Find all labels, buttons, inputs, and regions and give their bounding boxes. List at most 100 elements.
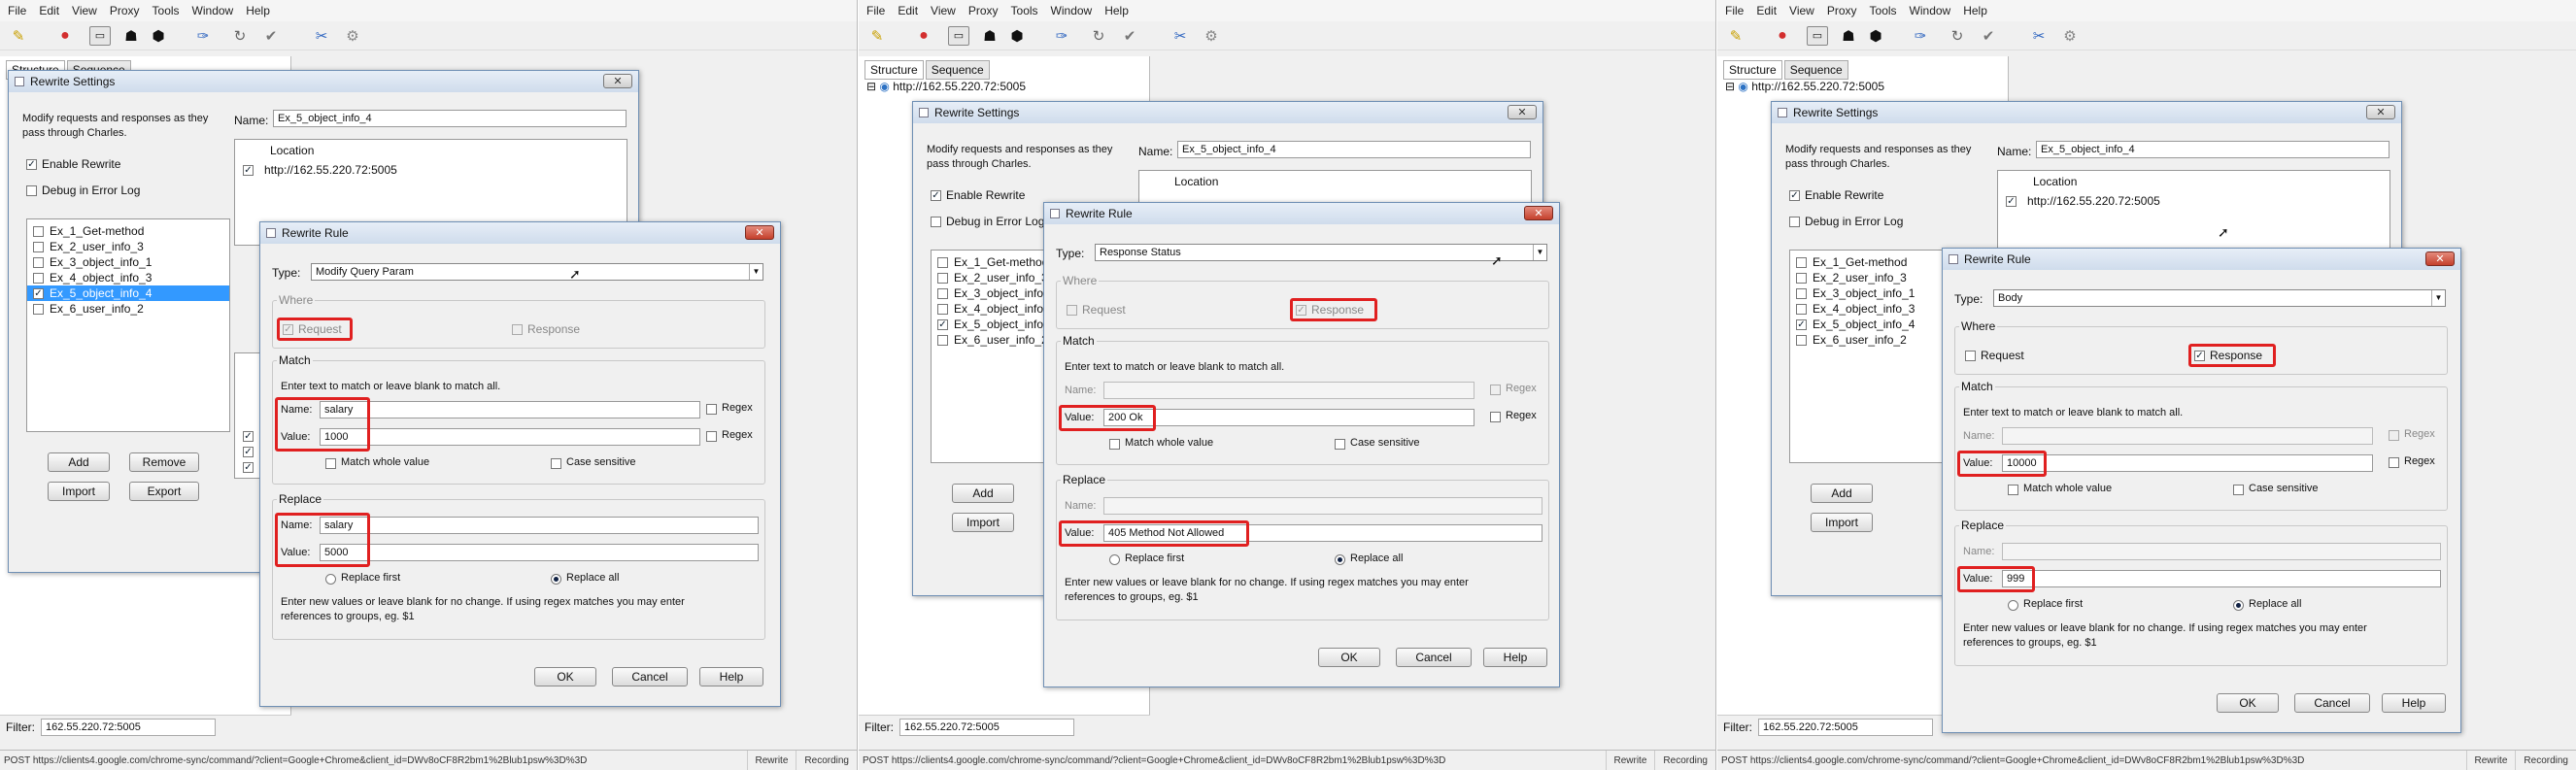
menu-view[interactable]: View <box>1789 4 1814 17</box>
rule-checkbox[interactable]: ✓ <box>243 431 254 442</box>
status-rewrite[interactable]: Rewrite <box>2465 751 2516 770</box>
cancel-button[interactable]: Cancel <box>2294 693 2370 713</box>
turtle-icon[interactable]: ☗ <box>979 26 1000 46</box>
replace-all-radio[interactable] <box>1335 554 1345 565</box>
match-whole-checkbox[interactable] <box>1109 439 1120 450</box>
replace-all-radio[interactable] <box>551 574 561 585</box>
expand-icon[interactable]: ⊟ <box>866 80 876 93</box>
close-icon[interactable]: ✕ <box>2425 251 2455 266</box>
menu-tools[interactable]: Tools <box>1011 4 1038 17</box>
status-rewrite[interactable]: Rewrite <box>1605 751 1655 770</box>
replace-name-input[interactable]: salary <box>320 517 759 534</box>
match-whole-checkbox[interactable] <box>325 458 336 469</box>
request-checkbox[interactable]: ✓ <box>283 324 293 335</box>
set-checkbox[interactable] <box>937 256 948 268</box>
menu-help[interactable]: Help <box>1104 4 1129 17</box>
menu-file[interactable]: File <box>1725 4 1744 17</box>
refresh-icon[interactable]: ↻ <box>1947 26 1968 46</box>
close-icon[interactable]: ✕ <box>745 225 774 240</box>
enable-rewrite-checkbox[interactable]: ✓ <box>26 159 37 170</box>
breakpoint-icon[interactable]: ⬢ <box>1865 26 1886 46</box>
debug-log-checkbox[interactable] <box>1789 217 1800 227</box>
set-checkbox[interactable]: ✓ <box>1796 318 1807 330</box>
set-checkbox[interactable] <box>937 334 948 346</box>
status-recording[interactable]: Recording <box>1654 751 1715 770</box>
set-checkbox[interactable] <box>937 287 948 299</box>
rule-checkbox[interactable]: ✓ <box>243 447 254 457</box>
replace-first-radio[interactable] <box>2008 600 2018 611</box>
match-name-regex-checkbox[interactable] <box>706 404 717 415</box>
set-checkbox[interactable] <box>1796 334 1807 346</box>
menu-help[interactable]: Help <box>246 4 270 17</box>
list-item[interactable]: Ex_6_user_info_2 <box>27 301 229 317</box>
location-checkbox[interactable]: ✓ <box>243 165 254 176</box>
name-input[interactable]: Ex_5_object_info_4 <box>273 110 627 127</box>
tab-sequence[interactable]: Sequence <box>1783 60 1848 80</box>
menu-tools[interactable]: Tools <box>1870 4 1897 17</box>
replace-value-input[interactable]: 5000 <box>320 544 759 561</box>
menu-edit[interactable]: Edit <box>1756 4 1777 17</box>
request-checkbox[interactable] <box>1067 305 1077 316</box>
set-checkbox[interactable] <box>33 256 44 268</box>
import-button[interactable]: Import <box>952 513 1014 532</box>
match-name-regex-checkbox[interactable] <box>2389 430 2399 441</box>
breakpoint-icon[interactable]: ⬢ <box>1006 26 1028 46</box>
set-checkbox[interactable] <box>33 241 44 252</box>
menu-tools[interactable]: Tools <box>153 4 180 17</box>
replace-value-input[interactable]: 405 Method Not Allowed <box>1103 524 1542 542</box>
response-checkbox[interactable]: ✓ <box>2194 351 2205 361</box>
type-select[interactable]: Body ▼ <box>1993 289 2446 307</box>
filter-input[interactable]: 162.55.220.72:5005 <box>41 718 216 736</box>
cancel-button[interactable]: Cancel <box>612 667 688 686</box>
menu-file[interactable]: File <box>8 4 26 17</box>
set-checkbox[interactable] <box>1796 272 1807 284</box>
gear-icon[interactable]: ⚙ <box>342 26 363 46</box>
refresh-icon[interactable]: ↻ <box>1088 26 1109 46</box>
menu-view[interactable]: View <box>72 4 97 17</box>
status-recording[interactable]: Recording <box>796 751 857 770</box>
turtle-icon[interactable]: ☗ <box>120 26 142 46</box>
tools-icon[interactable]: ✂ <box>2028 26 2050 46</box>
refresh-icon[interactable]: ↻ <box>229 26 251 46</box>
host-node[interactable]: http://162.55.220.72:5005 <box>893 80 1026 93</box>
set-checkbox[interactable] <box>1796 256 1807 268</box>
list-item[interactable]: Ex_4_object_info_3 <box>27 270 229 285</box>
turtle-icon[interactable]: ☗ <box>1838 26 1859 46</box>
list-item[interactable]: Ex_3_object_info_1 <box>27 254 229 270</box>
case-sensitive-checkbox[interactable] <box>2233 485 2244 495</box>
rule-checkbox[interactable]: ✓ <box>243 462 254 473</box>
replace-name-input[interactable] <box>2002 543 2441 560</box>
menu-proxy[interactable]: Proxy <box>1827 4 1857 17</box>
filter-input[interactable]: 162.55.220.72:5005 <box>1758 718 1933 736</box>
menu-help[interactable]: Help <box>1963 4 1987 17</box>
help-button[interactable]: Help <box>699 667 763 686</box>
menu-edit[interactable]: Edit <box>898 4 918 17</box>
case-sensitive-checkbox[interactable] <box>551 458 561 469</box>
export-button[interactable]: Export <box>129 482 199 501</box>
cancel-button[interactable]: Cancel <box>1396 648 1472 667</box>
response-checkbox[interactable]: ✓ <box>1296 305 1306 316</box>
set-checkbox[interactable] <box>937 303 948 315</box>
debug-log-checkbox[interactable] <box>26 185 37 196</box>
gear-icon[interactable]: ⚙ <box>1201 26 1222 46</box>
import-button[interactable]: Import <box>48 482 110 501</box>
type-select[interactable]: Response Status ▼ <box>1095 244 1547 261</box>
close-icon[interactable]: ✕ <box>2366 105 2395 119</box>
close-icon[interactable]: ✕ <box>1524 206 1553 220</box>
set-checkbox[interactable] <box>1796 287 1807 299</box>
broom-icon[interactable]: ✎ <box>1725 26 1746 46</box>
check-icon[interactable]: ✔ <box>260 26 282 46</box>
menu-window[interactable]: Window <box>1910 4 1951 17</box>
match-value-regex-checkbox[interactable] <box>1490 412 1501 422</box>
response-checkbox[interactable] <box>512 324 523 335</box>
filter-input[interactable]: 162.55.220.72:5005 <box>899 718 1074 736</box>
location-checkbox[interactable]: ✓ <box>2006 196 2017 207</box>
broom-icon[interactable]: ✎ <box>866 26 888 46</box>
pen-icon[interactable]: ✑ <box>1910 26 1931 46</box>
replace-value-input[interactable]: 999 <box>2002 570 2441 587</box>
add-button[interactable]: Add <box>1811 484 1873 503</box>
import-button[interactable]: Import <box>1811 513 1873 532</box>
menu-proxy[interactable]: Proxy <box>110 4 140 17</box>
ok-button[interactable]: OK <box>2217 693 2279 713</box>
help-button[interactable]: Help <box>1483 648 1547 667</box>
